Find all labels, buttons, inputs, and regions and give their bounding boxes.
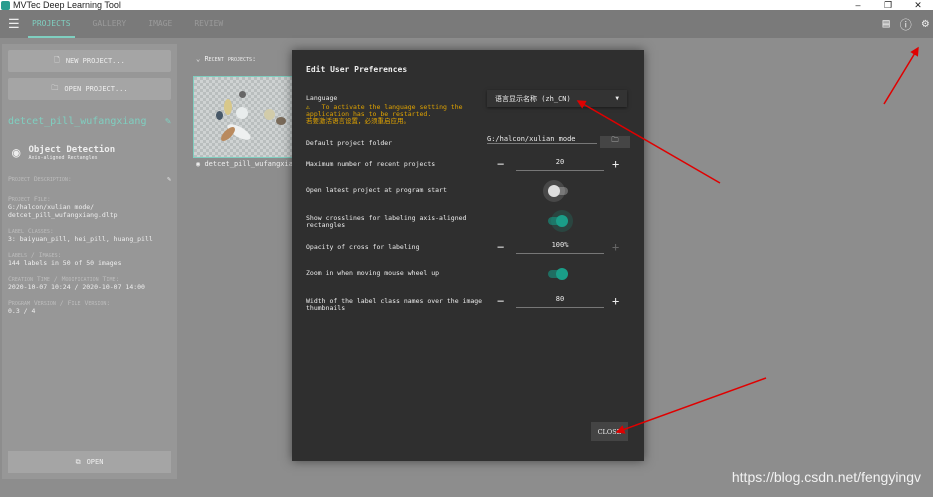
- arrow-to-close: [615, 377, 767, 434]
- annotation-arrows: [576, 46, 919, 434]
- arrow-to-gear: [883, 46, 919, 105]
- arrow-to-language: [576, 100, 721, 184]
